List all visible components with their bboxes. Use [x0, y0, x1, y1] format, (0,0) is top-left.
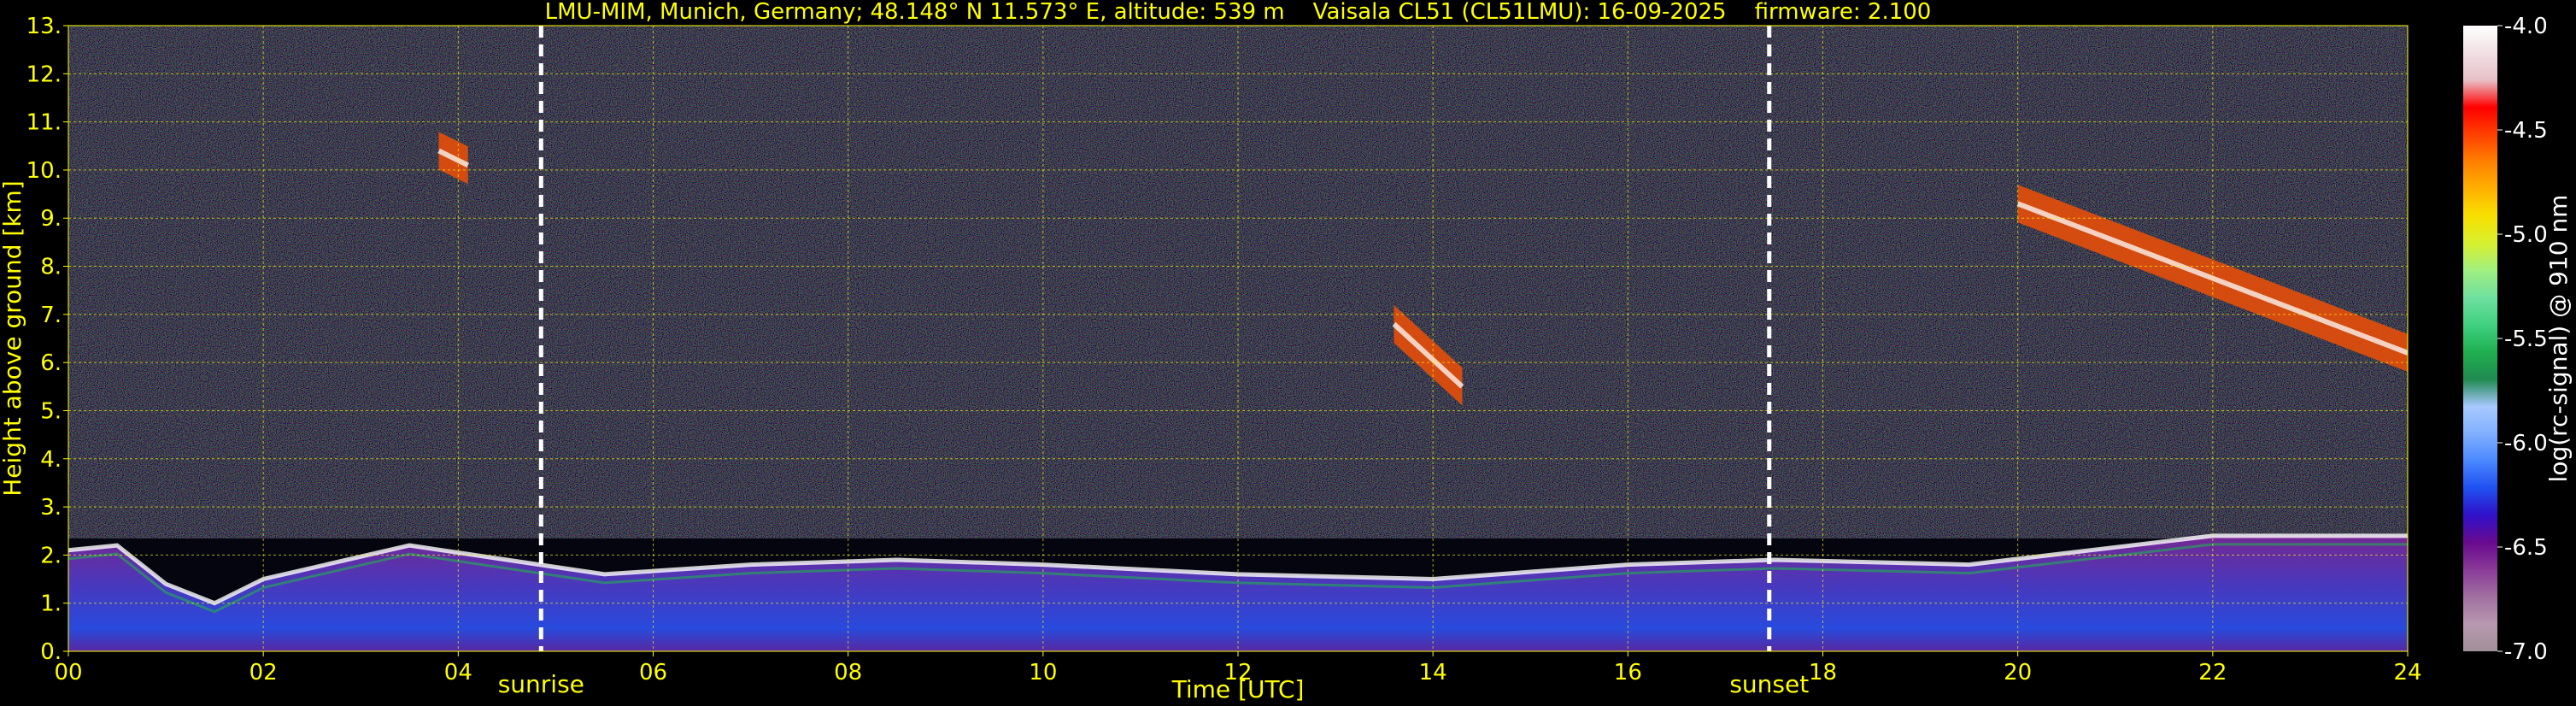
- sun-marker-label: sunset: [1729, 670, 1809, 698]
- colorbar-label: log(rc-signal) @ 910 nm: [2544, 195, 2573, 483]
- y-tick-label: 11.: [26, 110, 62, 136]
- colorbar-tick-label: -5.0: [2504, 222, 2548, 248]
- x-tick-label: 10: [1029, 660, 1057, 685]
- x-tick-label: 18: [1809, 660, 1837, 685]
- y-tick-label: 2.: [40, 543, 62, 568]
- x-tick-label: 24: [2393, 660, 2421, 685]
- y-tick-label: 12.: [26, 62, 62, 87]
- sun-marker-label: sunrise: [498, 670, 584, 698]
- y-tick-label: 7.: [40, 303, 62, 328]
- plot-area: [68, 26, 2408, 651]
- y-tick-label: 4.: [40, 447, 62, 473]
- colorbar-gradient: [2463, 26, 2497, 651]
- x-tick-label: 16: [1614, 660, 1642, 685]
- colorbar-tick-label: -5.5: [2504, 327, 2548, 352]
- y-tick-label: 3.: [40, 495, 62, 521]
- x-tick-label: 22: [2198, 660, 2227, 685]
- colorbar-tick-label: -7.0: [2504, 639, 2548, 665]
- x-tick-label: 00: [54, 660, 82, 685]
- x-tick-label: 08: [834, 660, 862, 685]
- x-tick-label: 06: [639, 660, 667, 685]
- x-tick-label: 20: [2004, 660, 2032, 685]
- x-tick-label: 02: [249, 660, 278, 685]
- y-tick-label: 6.: [40, 350, 62, 376]
- y-tick-label: 1.: [40, 591, 62, 617]
- colorbar-tick-label: -6.0: [2504, 431, 2548, 456]
- y-axis-label: Height above ground [km]: [0, 180, 26, 497]
- y-tick-label: 5.: [40, 398, 62, 424]
- y-tick-label: 13.: [26, 14, 62, 39]
- colorbar-ticks: -7.0 -6.5 -6.0 -5.5 -5.0 -4.5 -4.0: [2497, 14, 2548, 665]
- x-tick-label: 04: [444, 660, 472, 685]
- colorbar-tick-label: -4.5: [2504, 118, 2548, 144]
- y-tick-label: 10.: [26, 158, 62, 184]
- chart-title: LMU-MIM, Munich, Germany; 48.148° N 11.5…: [545, 0, 1932, 25]
- y-tick-label: 8.: [40, 255, 62, 280]
- x-axis-label: Time [UTC]: [1171, 675, 1305, 703]
- colorbar: -7.0 -6.5 -6.0 -5.5 -5.0 -4.5 -4.0 log(rc-sign…: [2463, 14, 2573, 665]
- ceilometer-chart: sunrise sunset 0.1.2.3.4.5.6.7.8.9.10.11.…: [0, 0, 2573, 703]
- y-axis: 0.1.2.3.4.5.6.7.8.9.10.11.12.13.: [26, 14, 68, 665]
- colorbar-tick-label: -4.0: [2504, 14, 2548, 39]
- x-tick-label: 14: [1419, 660, 1447, 685]
- colorbar-tick-label: -6.5: [2504, 535, 2548, 561]
- y-tick-label: 9.: [40, 206, 62, 232]
